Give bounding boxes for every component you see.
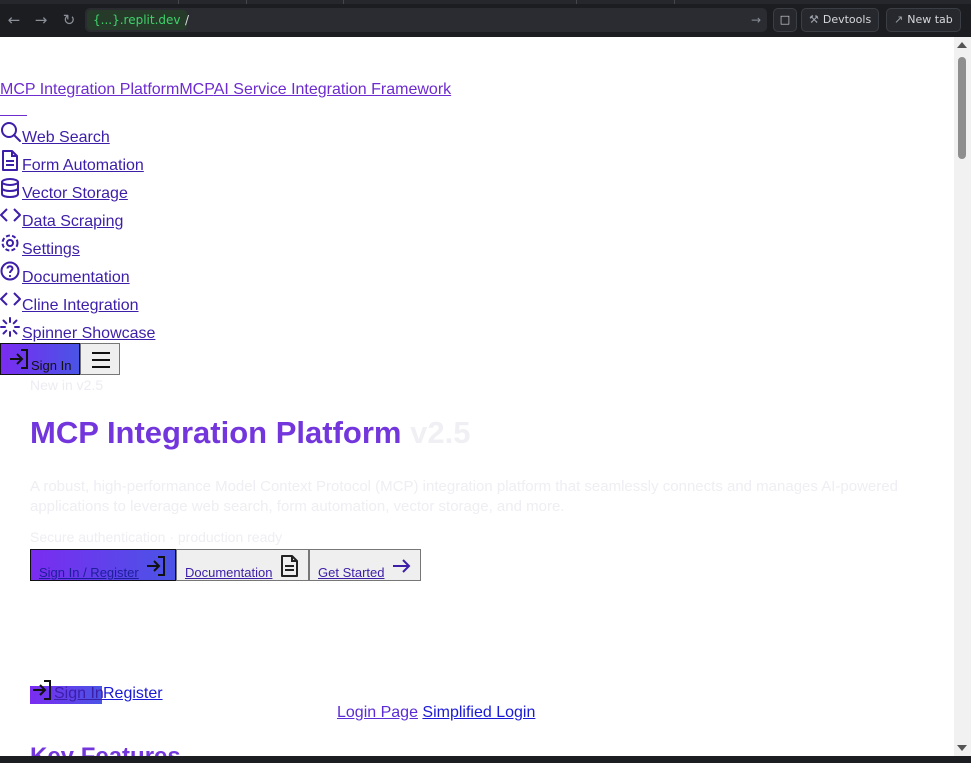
cta-label: Sign In / Register	[39, 565, 139, 580]
hero-description: A robust, high-performance Model Context…	[30, 478, 898, 515]
nav-label: Spinner Showcase	[22, 325, 156, 342]
devtools-button[interactable]: ⚒ Devtools	[801, 8, 880, 32]
page-viewport: MCP Integration PlatformMCPAI Service In…	[0, 37, 954, 756]
log-in-icon	[147, 556, 165, 576]
brand-tagline: AI Service Integration Framework	[213, 81, 452, 98]
documentation-button[interactable]: Documentation	[176, 549, 309, 581]
sign-in-link-label: Sign In	[54, 685, 104, 702]
nav-label: Data Scraping	[22, 213, 124, 230]
url-path: /	[185, 13, 190, 27]
nav-label: Vector Storage	[22, 185, 128, 202]
nav-label: Cline Integration	[22, 297, 139, 314]
wrench-icon: ⚒	[809, 13, 819, 26]
page-scrollbar[interactable]	[954, 37, 971, 756]
file-text-icon	[281, 555, 298, 577]
database-icon	[1, 178, 19, 199]
back-icon[interactable]: ←	[4, 9, 24, 31]
sign-in-register-button[interactable]: Sign In / Register	[30, 549, 176, 581]
login-page-link[interactable]: Login Page	[337, 704, 418, 721]
version-badge: New in v2.5	[30, 377, 104, 393]
register-link[interactable]: Register	[103, 685, 163, 703]
brand-underline	[0, 115, 27, 116]
file-text-icon	[2, 150, 18, 171]
sign-in-label: Sign In	[31, 358, 72, 373]
nav-label: Documentation	[22, 269, 130, 286]
address-bar[interactable]: {...}.replit.dev / →	[85, 8, 767, 32]
nav-label: Settings	[22, 241, 80, 258]
monitor-icon: □	[779, 13, 791, 26]
hero-title: MCP Integration Platform v2.5	[30, 415, 470, 451]
url-host: {...}.replit.dev	[87, 10, 187, 30]
help-circle-icon	[0, 261, 20, 281]
arrow-right-icon	[393, 559, 411, 573]
code-icon	[0, 292, 21, 306]
scroll-down-icon[interactable]	[957, 745, 967, 751]
new-tab-label: New tab	[907, 13, 953, 26]
log-in-icon	[33, 680, 51, 700]
brand-link[interactable]: MCP Integration PlatformMCPAI Service In…	[0, 81, 451, 99]
scroll-thumb[interactable]	[958, 57, 966, 159]
hamburger-icon	[92, 352, 110, 368]
loader-icon	[0, 317, 20, 337]
log-in-icon	[10, 349, 28, 369]
menu-button[interactable]	[80, 343, 120, 375]
new-tab-button[interactable]: ↗ New tab	[886, 8, 961, 32]
key-features-heading: Key Features	[30, 743, 181, 756]
brand-name: MCP Integration Platform	[0, 81, 180, 98]
browser-bottom-edge	[0, 756, 971, 763]
cta-label: Get Started	[318, 565, 385, 580]
code-icon	[0, 208, 21, 222]
brand-short: MCP	[179, 81, 214, 98]
external-link-icon: ↗	[894, 13, 904, 26]
devtools-label: Devtools	[822, 13, 872, 26]
nav-label: Form Automation	[22, 157, 144, 174]
hero-subtext: Secure authentication · production ready	[30, 529, 283, 545]
search-icon	[1, 122, 21, 142]
scroll-up-icon[interactable]	[957, 42, 967, 48]
sign-in-link[interactable]: Sign In	[30, 680, 104, 704]
login-links: Login Page Simplified Login	[337, 704, 535, 722]
simplified-login-link[interactable]: Simplified Login	[422, 704, 535, 721]
forward-icon[interactable]: →	[31, 9, 51, 31]
hero-title-text: MCP Integration Platform	[30, 415, 402, 450]
reload-icon[interactable]: ↻	[59, 9, 79, 31]
go-arrow-icon[interactable]: →	[751, 10, 761, 30]
gear-icon	[1, 234, 19, 252]
hero-version: v2.5	[401, 415, 470, 450]
device-toggle-button[interactable]: □	[773, 8, 797, 32]
cta-label: Documentation	[185, 565, 273, 580]
sign-in-button[interactable]: Sign In	[0, 343, 80, 375]
get-started-button[interactable]: Get Started	[309, 549, 421, 581]
nav-label: Web Search	[22, 129, 110, 146]
hero-version-text: v2.5	[410, 415, 471, 450]
browser-toolbar: ← → ↻ {...}.replit.dev / → □ ⚒ Devtools ↗…	[0, 4, 971, 36]
